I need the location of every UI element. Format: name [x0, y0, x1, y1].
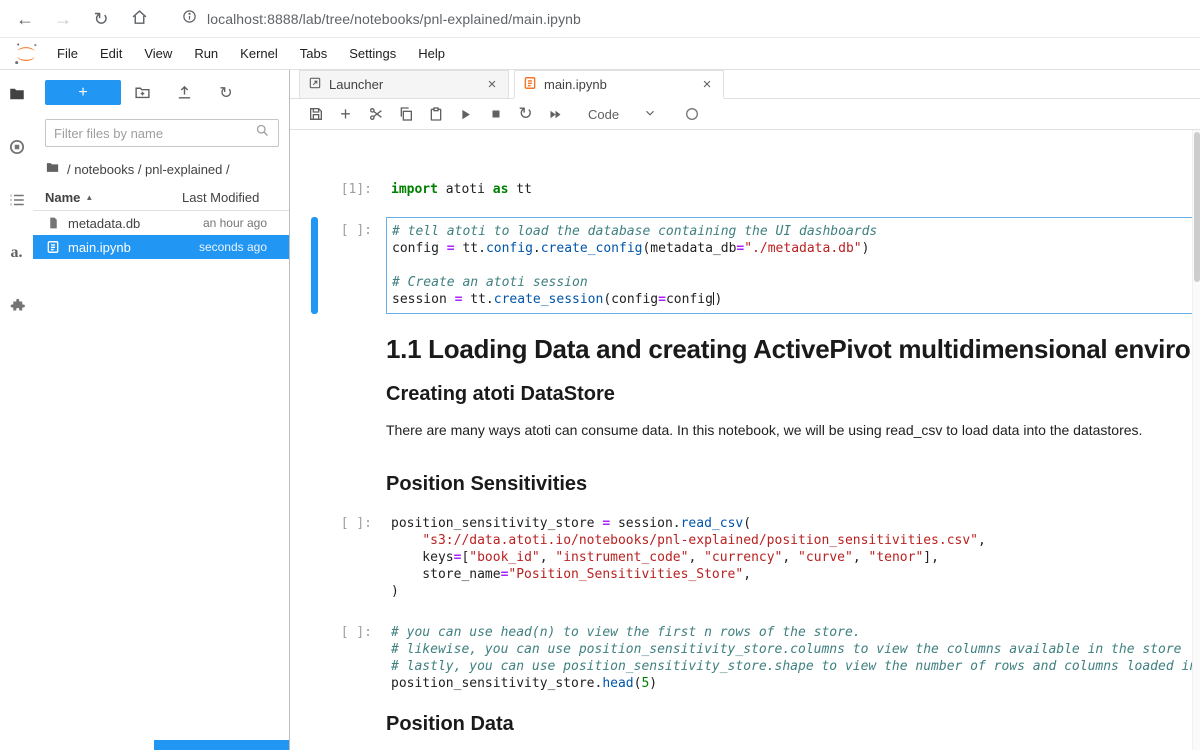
scrollbar-thumb[interactable] [1194, 132, 1200, 282]
cell-editor[interactable]: position_sensitivity_store = session.rea… [386, 510, 1200, 605]
breadcrumb-path[interactable]: / notebooks / pnl-explained / [67, 162, 230, 177]
back-icon[interactable]: ← [14, 10, 36, 28]
markdown-heading-datastore: Creating atoti DataStore [386, 383, 615, 405]
kernel-status-icon[interactable] [678, 102, 705, 126]
notebook-icon [523, 76, 537, 93]
close-icon[interactable]: × [484, 76, 500, 93]
cell-prompt: [1]: [340, 182, 372, 197]
menu-help[interactable]: Help [407, 38, 456, 70]
address-bar[interactable]: localhost:8888/lab/tree/notebooks/pnl-ex… [182, 9, 581, 29]
file-row-metadata-db[interactable]: metadata.db an hour ago [33, 211, 289, 235]
home-icon[interactable] [128, 9, 150, 29]
filter-input[interactable] [54, 125, 255, 141]
cell-editor[interactable]: import atoti as tt [386, 176, 1200, 203]
atoti-extension-icon[interactable]: a. [7, 243, 27, 263]
file-filter [45, 119, 279, 147]
file-modified: an hour ago [202, 216, 267, 230]
jupyter-logo-icon [13, 41, 39, 67]
search-icon [255, 123, 270, 143]
notebook-content: [1]: import atoti as tt [ ]: # tell atot… [290, 130, 1200, 750]
url-text[interactable]: localhost:8888/lab/tree/notebooks/pnl-ex… [207, 11, 581, 27]
table-of-contents-icon[interactable] [7, 190, 27, 210]
markdown-heading-sensitivities: Position Sensitivities [386, 473, 588, 495]
reload-icon[interactable]: ↻ [90, 10, 112, 28]
notebook-file-icon [45, 239, 61, 255]
markdown-paragraph: There are many ways atoti can consume da… [386, 422, 1143, 438]
markdown-heading-position-data: Position Data [386, 713, 514, 735]
refresh-icon[interactable]: ↻ [205, 83, 247, 103]
sort-asc-icon: ▲ [85, 193, 94, 202]
new-folder-icon[interactable] [121, 84, 163, 101]
column-last-modified[interactable]: Last Modified [182, 190, 277, 205]
file-browser-icon[interactable] [7, 84, 27, 104]
panel-scroll-indicator [154, 740, 289, 750]
cut-cells-icon[interactable] [362, 102, 389, 126]
close-icon[interactable]: × [699, 76, 715, 93]
cell-prompt: [ ]: [340, 223, 372, 238]
cell-collapser[interactable] [311, 217, 318, 314]
markdown-heading-1: 1.1 Loading Data and creating ActivePivo… [386, 334, 1192, 364]
tab-label: main.ipynb [544, 77, 607, 92]
code-cell-head[interactable]: [ ]: # you can use head(n) to view the f… [290, 619, 1200, 697]
cell-prompt: [ ]: [340, 625, 372, 640]
launcher-icon [308, 76, 322, 93]
restart-kernel-icon[interactable]: ↻ [512, 102, 539, 126]
tab-label: Launcher [329, 77, 384, 92]
cell-type-dropdown[interactable]: Code [582, 106, 663, 123]
paste-cells-icon[interactable] [422, 102, 449, 126]
notebook-scrollbar[interactable] [1192, 130, 1200, 750]
column-name[interactable]: Name ▲ [45, 190, 182, 205]
file-icon [45, 215, 61, 231]
extension-manager-icon[interactable] [7, 296, 27, 316]
save-icon[interactable] [302, 102, 329, 126]
tab-main-ipynb[interactable]: main.ipynb × [514, 70, 724, 98]
code-cell-read-csv[interactable]: [ ]: position_sensitivity_store = sessio… [290, 510, 1200, 605]
cell-collapser[interactable] [311, 619, 318, 697]
file-browser-panel: + ↻ / notebooks / pnl-explained / Name [33, 70, 290, 750]
forward-icon[interactable]: → [52, 10, 74, 28]
file-row-main-ipynb[interactable]: main.ipynb seconds ago [33, 235, 289, 259]
cell-prompt: [ ]: [340, 516, 372, 531]
notebook-toolbar: + ↻ Code [290, 99, 1200, 130]
breadcrumb[interactable]: / notebooks / pnl-explained / [33, 151, 289, 185]
dock-tab-bar: Launcher × main.ipynb × [290, 70, 1200, 99]
info-icon[interactable] [182, 9, 197, 29]
cell-collapser[interactable] [311, 176, 318, 203]
file-name: main.ipynb [68, 239, 131, 255]
menu-view[interactable]: View [133, 38, 183, 70]
code-cell-config-active[interactable]: [ ]: # tell atoti to load the database c… [290, 217, 1200, 314]
cell-editor[interactable]: # you can use head(n) to view the first … [386, 619, 1200, 697]
browser-toolbar: ← → ↻ localhost:8888/lab/tree/notebooks/… [0, 0, 1200, 38]
menu-tabs[interactable]: Tabs [289, 38, 338, 70]
add-cell-icon[interactable]: + [332, 102, 359, 126]
file-list-header: Name ▲ Last Modified [33, 185, 289, 211]
cell-collapser[interactable] [311, 510, 318, 605]
menu-file[interactable]: File [46, 38, 89, 70]
home-folder-icon[interactable] [45, 160, 60, 178]
tab-launcher[interactable]: Launcher × [299, 70, 509, 98]
menu-kernel[interactable]: Kernel [229, 38, 289, 70]
activity-bar: a. [0, 70, 33, 750]
interrupt-kernel-icon[interactable] [482, 102, 509, 126]
file-browser-toolbar: + ↻ [33, 70, 289, 109]
menu-edit[interactable]: Edit [89, 38, 133, 70]
main-dock-panel: Launcher × main.ipynb × + ↻ Code [1]: im… [290, 70, 1200, 750]
new-launcher-button[interactable]: + [45, 80, 121, 105]
file-modified: seconds ago [198, 240, 267, 254]
menu-run[interactable]: Run [183, 38, 229, 70]
upload-icon[interactable] [163, 84, 205, 101]
run-all-cells-icon[interactable] [542, 102, 569, 126]
code-cell-import[interactable]: [1]: import atoti as tt [290, 176, 1200, 203]
menu-settings[interactable]: Settings [338, 38, 407, 70]
cell-editor[interactable]: # tell atoti to load the database contai… [386, 217, 1200, 314]
cell-type-value: Code [588, 106, 620, 122]
file-name: metadata.db [68, 215, 141, 231]
run-cell-icon[interactable] [452, 102, 479, 126]
copy-cells-icon[interactable] [392, 102, 419, 126]
running-sessions-icon[interactable] [7, 137, 27, 157]
jupyter-menubar: File Edit View Run Kernel Tabs Settings … [0, 38, 1200, 70]
chevron-down-icon [643, 106, 657, 123]
